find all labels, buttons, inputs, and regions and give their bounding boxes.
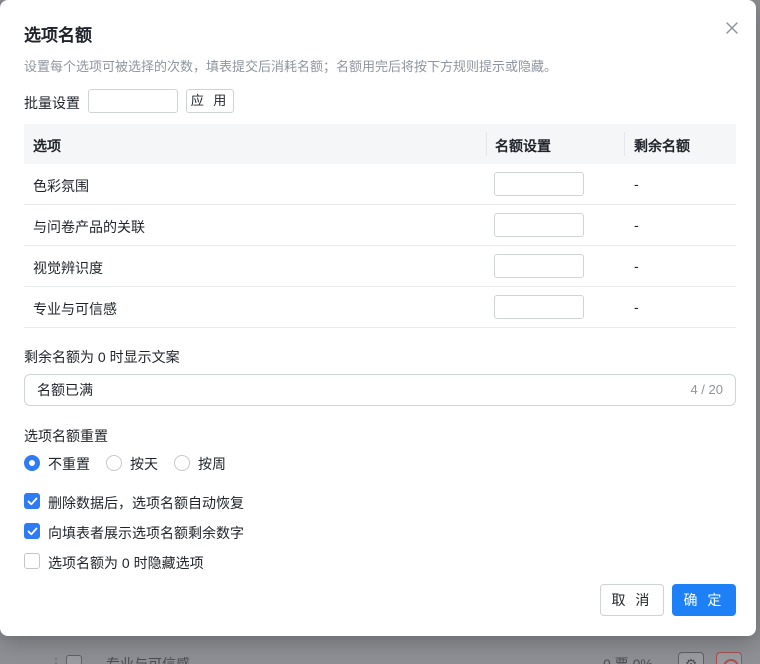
checkbox-label: 删除数据后，选项名额自动恢复 [48, 495, 244, 511]
radio-label: 按天 [130, 456, 158, 472]
check-icon [27, 527, 38, 536]
checkbox-checked[interactable] [24, 493, 40, 509]
background-row-checkbox [66, 655, 82, 664]
table-row: 与问卷产品的关联 - [24, 205, 736, 246]
dialog-description: 设置每个选项可被选择的次数，填表提交后消耗名额；名额用完后将按下方规则提示或隐藏… [24, 59, 558, 74]
checkbox-label: 选项名额为 0 时隐藏选项 [48, 555, 204, 571]
full-text-input[interactable] [37, 381, 637, 399]
background-row-stat: 0 票 0% [603, 656, 653, 664]
close-button[interactable] [722, 18, 742, 38]
radio-daily[interactable]: 按天 [106, 454, 162, 472]
option-name: 视觉辨识度 [33, 260, 103, 276]
close-icon [726, 22, 738, 34]
quota-input[interactable] [494, 295, 584, 319]
cancel-button[interactable]: 取 消 [600, 584, 664, 616]
quota-input[interactable] [494, 213, 584, 237]
checkbox-checked[interactable] [24, 523, 40, 539]
remaining-quota: - [634, 299, 639, 315]
remaining-quota: - [634, 258, 639, 274]
radio-button[interactable] [106, 455, 122, 471]
apply-button[interactable]: 应 用 [186, 89, 234, 113]
checkbox-hide-option[interactable]: 选项名额为 0 时隐藏选项 [24, 553, 324, 571]
checkbox-unchecked[interactable] [24, 553, 40, 569]
option-name: 色彩氛围 [33, 178, 89, 194]
quota-input[interactable] [494, 254, 584, 278]
reset-label: 选项名额重置 [24, 428, 108, 444]
confirm-button[interactable]: 确 定 [672, 584, 736, 616]
quota-input[interactable] [494, 172, 584, 196]
table-row: 视觉辨识度 - [24, 246, 736, 287]
table-row: 色彩氛围 - [24, 164, 736, 205]
column-header-quota: 名额设置 [495, 138, 551, 154]
radio-button-checked[interactable] [24, 455, 40, 471]
batch-setting-label: 批量设置 [24, 95, 80, 111]
table-row: 专业与可信感 - [24, 287, 736, 328]
remaining-quota: - [634, 176, 639, 192]
radio-label: 不重置 [48, 456, 90, 472]
dialog-title: 选项名额 [24, 26, 92, 45]
column-header-option: 选项 [33, 138, 61, 154]
radio-button[interactable] [174, 455, 190, 471]
gear-icon: ⚙ [678, 652, 704, 664]
quota-table: 选项 名额设置 剩余名额 色彩氛围 - 与问卷产品的关联 - 视觉辨识度 - 专… [24, 124, 736, 328]
option-name: 与问卷产品的关联 [33, 219, 145, 235]
full-text-field[interactable]: 4 / 20 [24, 374, 736, 406]
checkbox-label: 向填表者展示选项名额剩余数字 [48, 525, 244, 541]
radio-weekly[interactable]: 按周 [174, 454, 230, 472]
checkbox-show-remaining[interactable]: 向填表者展示选项名额剩余数字 [24, 523, 324, 541]
radio-no-reset[interactable]: 不重置 [24, 454, 94, 472]
char-count: 4 / 20 [690, 382, 723, 397]
option-name: 专业与可信感 [33, 301, 117, 317]
column-header-remaining: 剩余名额 [634, 138, 690, 154]
delete-icon [716, 652, 742, 664]
remaining-quota: - [634, 217, 639, 233]
check-icon [27, 497, 38, 506]
background-row-label: 专业与可信感 [106, 656, 190, 664]
table-header: 选项 名额设置 剩余名额 [24, 124, 736, 164]
quota-dialog: 选项名额 设置每个选项可被选择的次数，填表提交后消耗名额；名额用完后将按下方规则… [0, 0, 756, 636]
full-text-label: 剩余名额为 0 时显示文案 [24, 349, 180, 365]
batch-quota-input[interactable] [88, 89, 178, 113]
radio-label: 按周 [198, 456, 226, 472]
checkbox-auto-restore[interactable]: 删除数据后，选项名额自动恢复 [24, 493, 324, 511]
